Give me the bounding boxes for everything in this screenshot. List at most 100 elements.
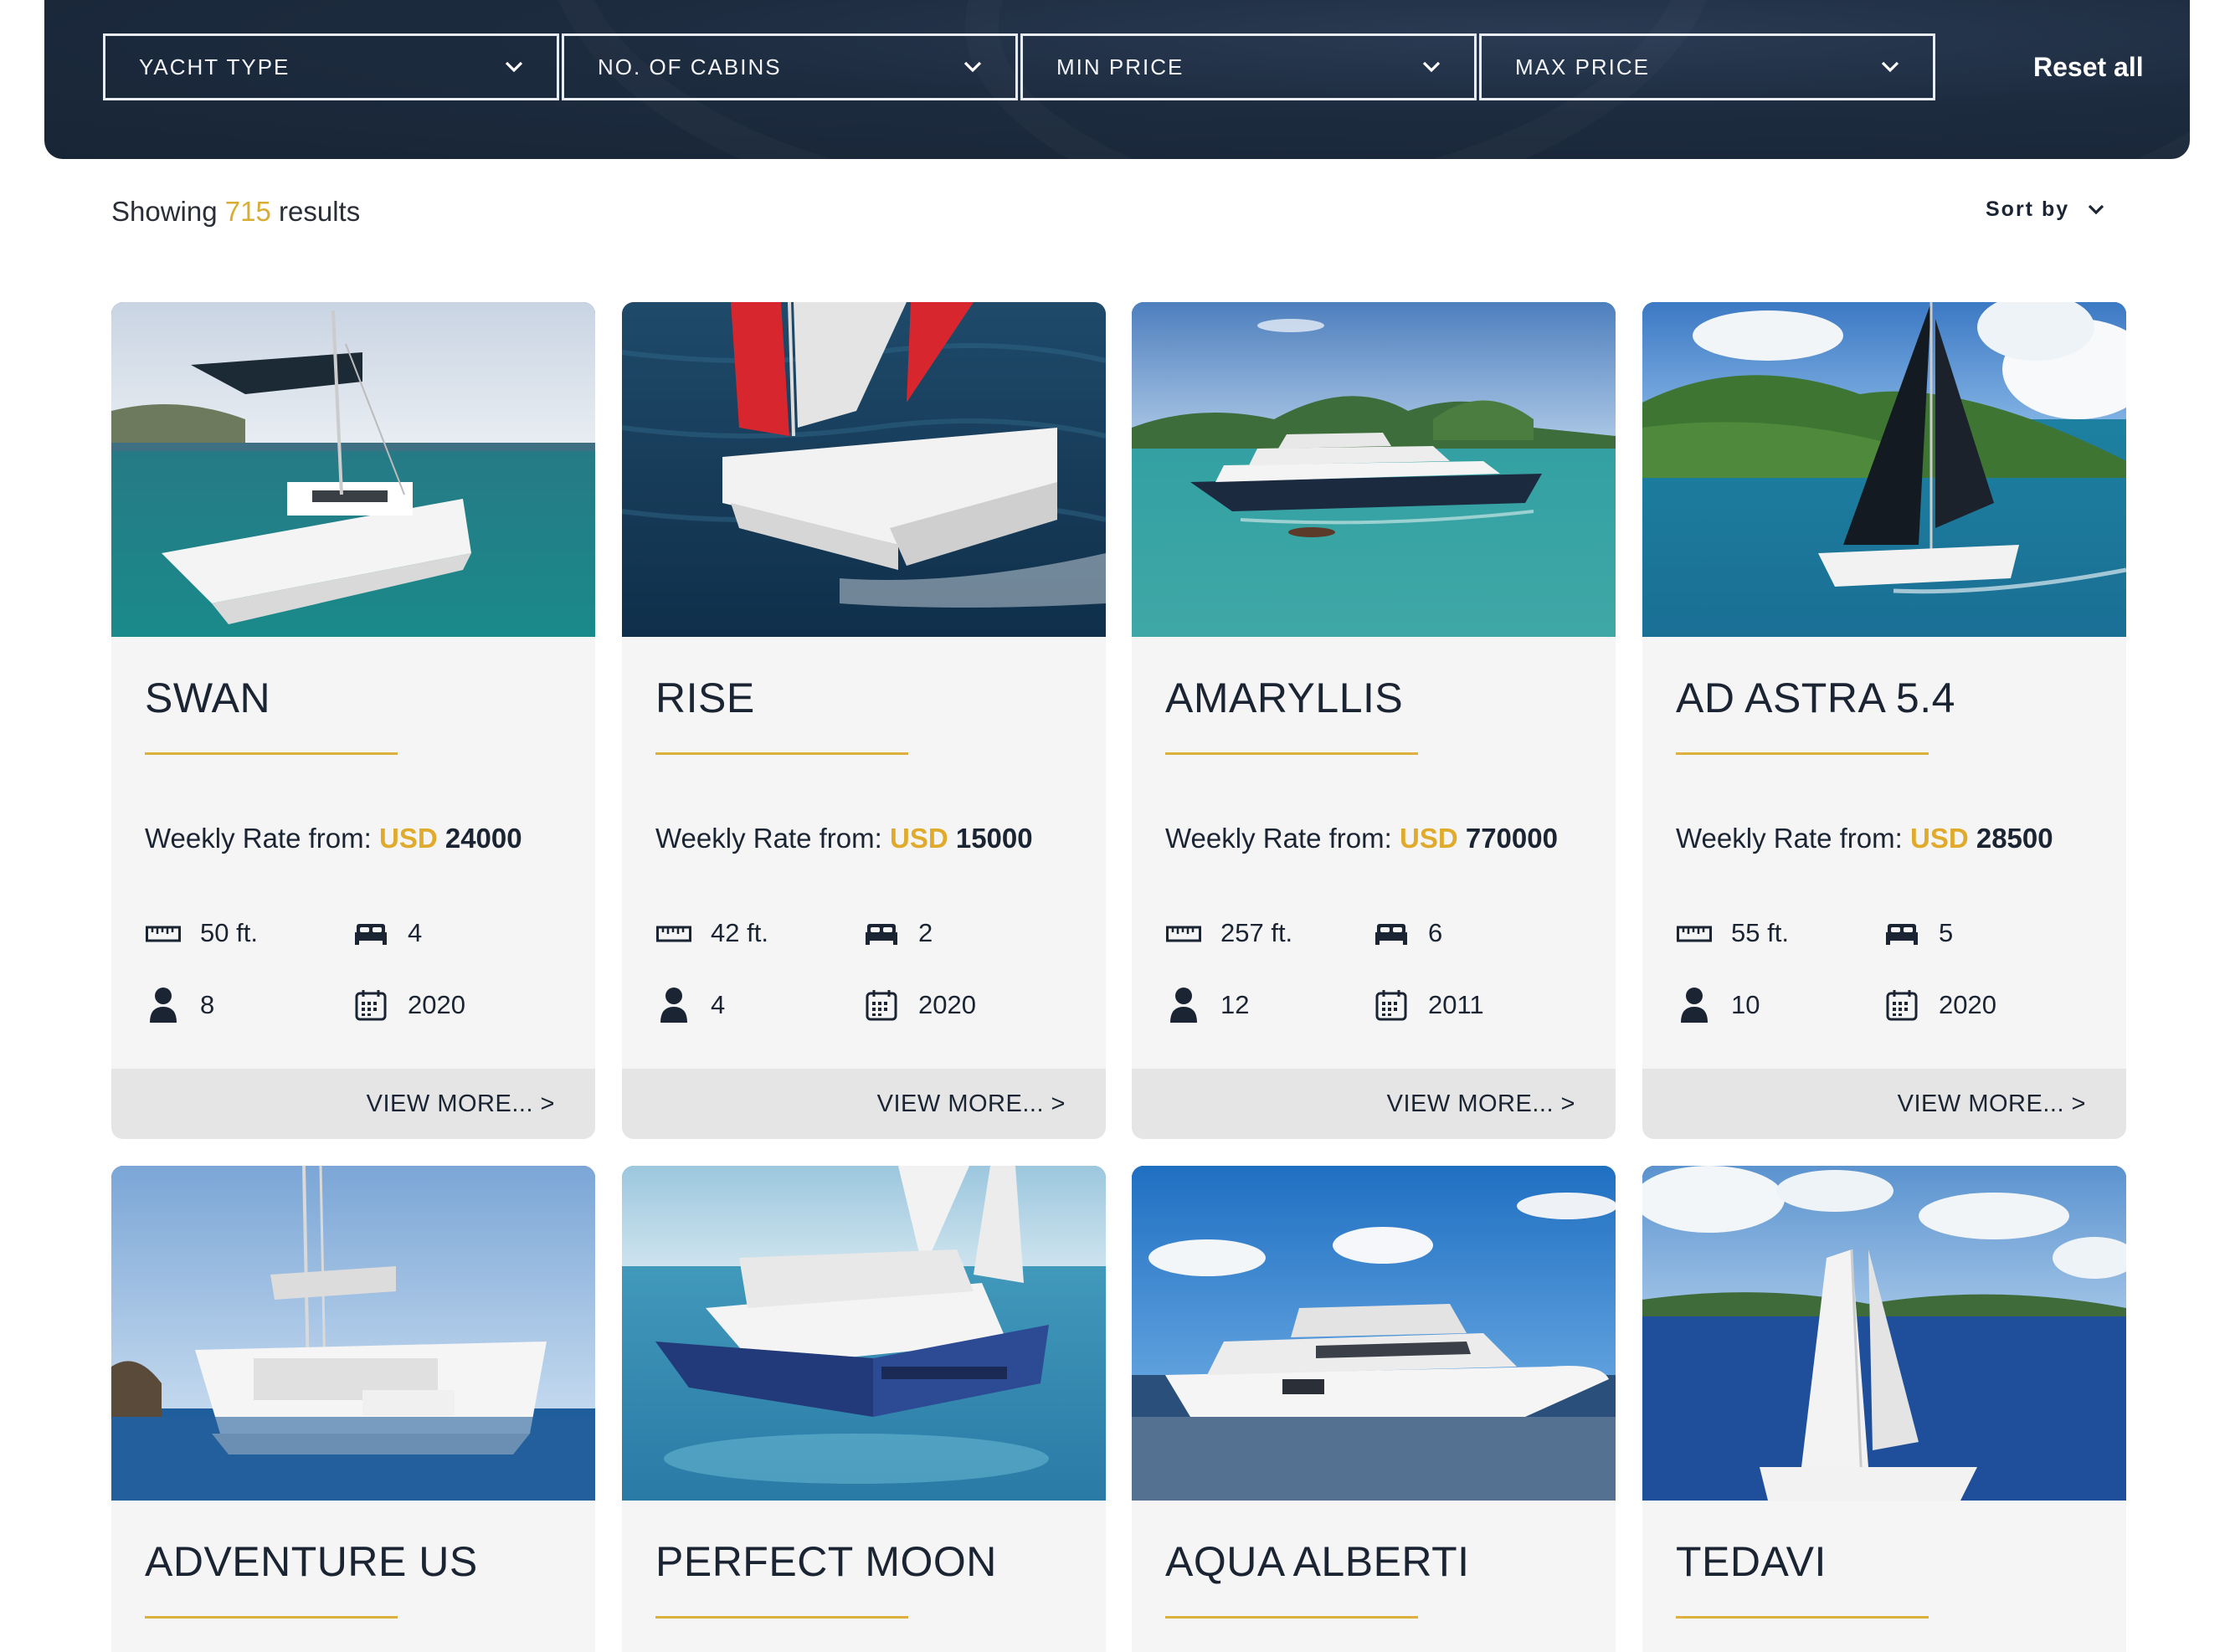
yacht-photo[interactable]: [1132, 1166, 1616, 1501]
yacht-photo[interactable]: [622, 302, 1106, 637]
title-divider: [655, 1616, 908, 1619]
person-icon: [1165, 987, 1202, 1024]
yacht-type-select[interactable]: YACHT TYPE: [103, 33, 559, 100]
sort-by-dropdown[interactable]: Sort by: [1986, 198, 2104, 222]
length-spec: 257 ft.: [1165, 915, 1292, 952]
length-value: 50 ft.: [200, 918, 258, 947]
yacht-name: AMARYLLIS: [1165, 675, 1404, 721]
cabins-select[interactable]: NO. OF CABINS: [562, 33, 1018, 100]
guests-value: 10: [1731, 990, 1760, 1019]
bed-icon: [1373, 915, 1410, 952]
cabins-label: NO. OF CABINS: [598, 54, 782, 80]
rate-currency: USD: [889, 823, 948, 854]
bed-icon: [863, 915, 900, 952]
rate-currency: USD: [378, 823, 438, 854]
rate-amount: 770000: [1465, 823, 1558, 854]
ruler-icon: [655, 915, 692, 952]
year-spec: 2020: [352, 987, 465, 1024]
max-price-select[interactable]: MAX PRICE: [1479, 33, 1935, 100]
yacht-name: AD ASTRA 5.4: [1676, 675, 1955, 721]
results-count: Showing 715 results: [111, 196, 360, 228]
rate-prefix: Weekly Rate from:: [1165, 823, 1392, 854]
guests-value: 8: [200, 990, 215, 1019]
cabins-value: 5: [1939, 918, 1954, 947]
guests-value: 4: [711, 990, 726, 1019]
view-more-button[interactable]: VIEW MORE... >: [1642, 1069, 2126, 1139]
year-spec: 2020: [1883, 987, 1996, 1024]
title-divider: [145, 752, 398, 755]
chevron-down-icon: [2088, 198, 2104, 222]
length-value: 55 ft.: [1731, 918, 1789, 947]
ruler-icon: [1676, 915, 1713, 952]
rate-prefix: Weekly Rate from:: [145, 823, 372, 854]
sort-by-label: Sort by: [1986, 198, 2070, 221]
guests-spec: 10: [1676, 987, 1760, 1024]
rate-prefix: Weekly Rate from:: [1676, 823, 1903, 854]
person-icon: [145, 987, 182, 1024]
title-divider: [145, 1616, 398, 1619]
guests-spec: 4: [655, 987, 725, 1024]
bed-icon: [1883, 915, 1920, 952]
person-icon: [655, 987, 692, 1024]
filter-bar: YACHT TYPE NO. OF CABINS MIN PRICE MAX P…: [44, 0, 2190, 159]
yacht-photo[interactable]: [111, 302, 595, 637]
rate-currency: USD: [1909, 823, 1969, 854]
title-divider: [1676, 1616, 1929, 1619]
reset-all-button[interactable]: Reset all: [2033, 38, 2144, 95]
cabins-spec: 4: [352, 915, 422, 952]
person-icon: [1676, 987, 1713, 1024]
length-value: 42 ft.: [711, 918, 768, 947]
yacht-name: ADVENTURE US: [145, 1538, 478, 1585]
rate-currency: USD: [1399, 823, 1458, 854]
length-spec: 50 ft.: [145, 915, 258, 952]
yacht-card: TEDAVI: [1642, 1166, 2126, 1652]
page: YACHT TYPE NO. OF CABINS MIN PRICE MAX P…: [0, 0, 2230, 1652]
rate-prefix: Weekly Rate from:: [655, 823, 882, 854]
yacht-photo[interactable]: [1642, 1166, 2126, 1501]
chevron-down-icon: [1879, 56, 1901, 78]
yacht-photo[interactable]: [1132, 302, 1616, 637]
rate-amount: 28500: [1976, 823, 2053, 854]
yacht-photo[interactable]: [622, 1166, 1106, 1501]
chevron-down-icon: [503, 56, 525, 78]
cabins-spec: 6: [1373, 915, 1442, 952]
yacht-photo[interactable]: [1642, 302, 2126, 637]
yacht-name: TEDAVI: [1676, 1538, 1827, 1585]
yacht-name: PERFECT MOON: [655, 1538, 997, 1585]
year-value: 2020: [1939, 990, 1996, 1019]
weekly-rate: Weekly Rate from: USD 28500: [1676, 823, 2053, 854]
title-divider: [1165, 752, 1418, 755]
yacht-photo[interactable]: [111, 1166, 595, 1501]
yacht-name: AQUA ALBERTI: [1165, 1538, 1470, 1585]
min-price-select[interactable]: MIN PRICE: [1020, 33, 1477, 100]
yacht-card: SWAN Weekly Rate from: USD 24000 50 ft. …: [111, 302, 595, 1139]
yacht-card: AMARYLLIS Weekly Rate from: USD 770000 2…: [1132, 302, 1616, 1139]
guests-spec: 12: [1165, 987, 1249, 1024]
yacht-card: ADVENTURE US: [111, 1166, 595, 1652]
guests-spec: 8: [145, 987, 214, 1024]
year-spec: 2011: [1373, 987, 1484, 1024]
view-more-button[interactable]: VIEW MORE... >: [622, 1069, 1106, 1139]
yacht-card: AD ASTRA 5.4 Weekly Rate from: USD 28500…: [1642, 302, 2126, 1139]
bed-icon: [352, 915, 389, 952]
title-divider: [1676, 752, 1929, 755]
yacht-card: RISE Weekly Rate from: USD 15000 42 ft. …: [622, 302, 1106, 1139]
results-number: 715: [224, 196, 271, 227]
title-divider: [1165, 1616, 1418, 1619]
rate-amount: 24000: [444, 823, 522, 854]
cabins-value: 4: [408, 918, 423, 947]
yacht-card: PERFECT MOON: [622, 1166, 1106, 1652]
yacht-name: SWAN: [145, 675, 271, 721]
calendar-icon: [1373, 987, 1410, 1024]
calendar-icon: [863, 987, 900, 1024]
cabins-value: 2: [918, 918, 933, 947]
title-divider: [655, 752, 908, 755]
cabins-spec: 5: [1883, 915, 1953, 952]
year-spec: 2020: [863, 987, 976, 1024]
view-more-button[interactable]: VIEW MORE... >: [1132, 1069, 1616, 1139]
yacht-type-label: YACHT TYPE: [139, 54, 290, 80]
view-more-button[interactable]: VIEW MORE... >: [111, 1069, 595, 1139]
cabins-value: 6: [1428, 918, 1443, 947]
results-suffix: results: [279, 196, 361, 227]
yacht-card: AQUA ALBERTI: [1132, 1166, 1616, 1652]
